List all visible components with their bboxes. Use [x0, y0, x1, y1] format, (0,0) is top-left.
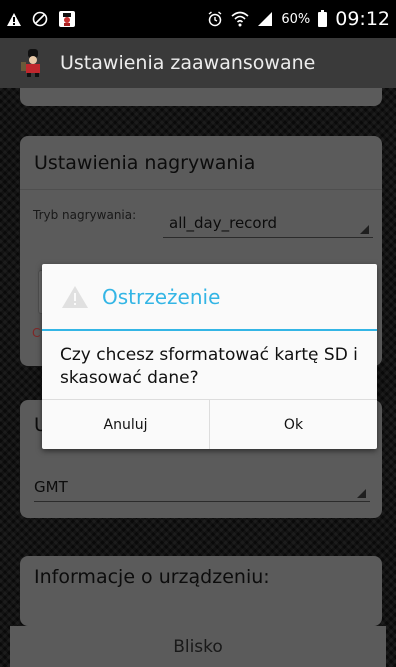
screen-title: Ustawienia zaawansowane [60, 52, 316, 74]
dialog-title-divider [42, 329, 377, 331]
app-notification-icon [59, 11, 75, 27]
app-logo-icon[interactable] [18, 48, 48, 78]
battery-percent: 60% [281, 11, 311, 27]
dialog-title: Ostrzeżenie [102, 285, 221, 309]
warning-icon [62, 286, 88, 308]
cancel-button[interactable]: Anuluj [42, 400, 209, 449]
ok-button-label: Ok [283, 416, 304, 433]
status-bar: 60% 09:12 [0, 0, 396, 38]
warning-dialog: Ostrzeżenie Czy chcesz sformatować kartę… [42, 264, 377, 449]
signal-icon [258, 12, 273, 26]
cancel-button-label: Anuluj [103, 416, 148, 433]
battery-icon [318, 9, 328, 27]
blocked-icon [32, 11, 48, 27]
dialog-header: Ostrzeżenie [42, 264, 377, 330]
dialog-message: Czy chcesz sformatować kartę SD i skasow… [60, 345, 358, 388]
alarm-icon [208, 11, 222, 27]
clock: 09:12 [335, 8, 390, 30]
action-bar: Ustawienia zaawansowane [0, 38, 396, 88]
wifi-icon [231, 11, 249, 27]
warning-icon [7, 12, 21, 26]
dialog-buttons: Anuluj Ok [42, 399, 377, 449]
ok-button[interactable]: Ok [209, 400, 377, 449]
